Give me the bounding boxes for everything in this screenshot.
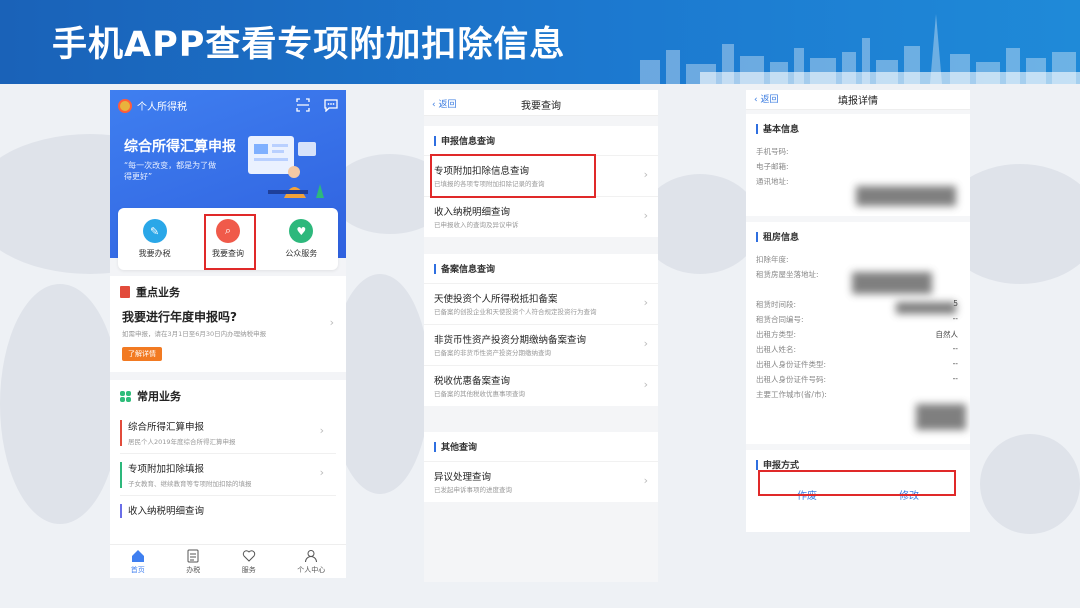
highlight-box-actions: [758, 470, 956, 496]
heart-hand-icon: [242, 549, 255, 562]
field-work-city: 主要工作城市(省/市):: [756, 390, 827, 399]
field-lessor-id-no: 出租人身份证件号码: --: [756, 374, 958, 384]
field-phone: 手机号码:: [756, 147, 789, 156]
basic-info-section: 基本信息 手机号码: 电子邮箱: 通讯地址:: [746, 114, 970, 216]
chevron-right-icon: ›: [643, 209, 648, 222]
flag-icon: [120, 286, 130, 298]
tab-home[interactable]: 首页: [131, 549, 145, 575]
list-item[interactable]: 专项附加扣除填报 子女教育、继续教育等专项附加扣除的填报 ›: [120, 454, 336, 496]
list-item[interactable]: 收入纳税明细查询: [120, 496, 336, 524]
home-icon: [131, 549, 144, 562]
grid-icon: [120, 390, 131, 402]
common-business-section: 常用业务 综合所得汇算申报 居民个人2019年度综合所得汇算申报 › 专项附加扣…: [110, 380, 346, 548]
row-angel-investment[interactable]: 天使投资个人所得税抵扣备案 已备案的创投企业和天使投资个人符合规定投资行为查询 …: [424, 283, 658, 324]
nav-bar: ‹ 返回 填报详情: [746, 90, 970, 110]
chevron-right-icon: ›: [643, 474, 648, 487]
chevron-right-icon: ›: [319, 424, 324, 437]
phone-detail-screen: ‹ 返回 填报详情 基本信息 手机号码: 电子邮箱: 通讯地址: 租房信息 扣除…: [746, 90, 970, 532]
row-income-tax-query[interactable]: 收入纳税明细查询 已申报收入的查询及异议申诉 ›: [424, 196, 658, 237]
phone-query-screen: ‹ 返回 我要查询 申报信息查询 专项附加扣除信息查询 已填报的各项专项附加扣除…: [424, 90, 658, 582]
row-non-monetary-asset[interactable]: 非货币性资产投资分期缴纳备案查询 已备案的非货币性资产投资分期缴纳查询 ›: [424, 324, 658, 365]
field-deduction-year: 扣除年度:: [756, 255, 789, 264]
page-title: 填报详情: [838, 96, 878, 107]
user-icon: [305, 549, 318, 562]
person-at-desk-illustration-icon: [248, 136, 324, 198]
tax-emblem-icon: [118, 98, 132, 113]
bottom-tab-bar: 首页 办税 服务 个人中心: [110, 544, 346, 578]
header-banner: 手机APP查看专项附加扣除信息: [0, 0, 1080, 84]
list-item[interactable]: 综合所得汇算申报 居民个人2019年度综合所得汇算申报 ›: [120, 412, 336, 454]
chevron-right-icon: ›: [643, 378, 648, 391]
key-business-desc: 如需申报，请在3月1日至6月30日内办理纳税申报: [122, 330, 267, 338]
rent-info-section: 租房信息 扣除年度: 租赁房屋坐落地址: 租赁时间段:5 租赁合同编号:-- 出…: [746, 222, 970, 444]
highlight-box-special-deduction: [430, 154, 596, 198]
quick-action-tax[interactable]: ✎ 我要办税: [139, 219, 171, 259]
city-skyline-icon: [640, 14, 1080, 84]
tab-profile[interactable]: 个人中心: [297, 549, 325, 575]
group-filing-query: 备案信息查询 天使投资个人所得税抵扣备案 已备案的创投企业和天使投资个人符合规定…: [424, 254, 658, 406]
redacted-value: [852, 272, 932, 294]
quick-action-service[interactable]: ♥ 公众服务: [285, 219, 317, 259]
field-rental-address: 租赁房屋坐落地址:: [756, 270, 819, 279]
key-business-title[interactable]: 我要进行年度申报吗?: [110, 308, 346, 325]
scan-icon[interactable]: [296, 98, 310, 112]
message-icon[interactable]: [324, 98, 338, 112]
highlight-box-query: [204, 214, 256, 270]
redacted-value: [896, 302, 956, 314]
pen-icon: ✎: [142, 219, 167, 243]
chevron-right-icon: ›: [643, 168, 648, 181]
group-other-query: 其他查询 异议处理查询 已发起申诉事项的进度查询 ›: [424, 432, 658, 502]
redacted-value: [916, 404, 966, 430]
tab-tax[interactable]: 办税: [186, 549, 200, 575]
chevron-right-icon: ›: [319, 466, 324, 479]
key-business-section: 重点业务 我要进行年度申报吗? 如需申报，请在3月1日至6月30日内办理纳税申报…: [110, 276, 346, 372]
app-name: 个人所得税: [137, 102, 187, 113]
row-tax-preference[interactable]: 税收优惠备案查询 已备案的其他税收优惠事项查询 ›: [424, 365, 658, 406]
phone-home-screen: 个人所得税 综合所得汇算申报 “每一次改变，都是为了做得更好” ✎ 我要办税 ⌕: [110, 90, 346, 578]
field-lessor-id-type: 出租人身份证件类型: --: [756, 359, 958, 369]
nav-bar: ‹ 返回 我要查询: [424, 90, 658, 116]
chevron-right-icon: ›: [329, 316, 334, 329]
hero-subtitle: “每一次改变，都是为了做得更好”: [124, 161, 217, 181]
page-title: 我要查询: [521, 101, 561, 112]
tab-service[interactable]: 服务: [242, 549, 256, 575]
field-lessor-name: 出租人姓名: --: [756, 344, 958, 354]
field-email: 电子邮箱:: [756, 162, 789, 171]
field-lessor-type: 出租方类型: 自然人: [756, 330, 958, 339]
banner-title: 手机APP查看专项附加扣除信息: [52, 25, 566, 65]
chevron-right-icon: ›: [643, 296, 648, 309]
row-objection-query[interactable]: 异议处理查询 已发起申诉事项的进度查询 ›: [424, 461, 658, 502]
redacted-value: [856, 186, 956, 206]
service-icon: ♥: [289, 219, 314, 243]
chevron-right-icon: ›: [643, 337, 648, 350]
hero-title: 综合所得汇算申报: [124, 139, 236, 155]
document-icon: [187, 549, 199, 562]
learn-more-button[interactable]: 了解详情: [122, 347, 162, 361]
